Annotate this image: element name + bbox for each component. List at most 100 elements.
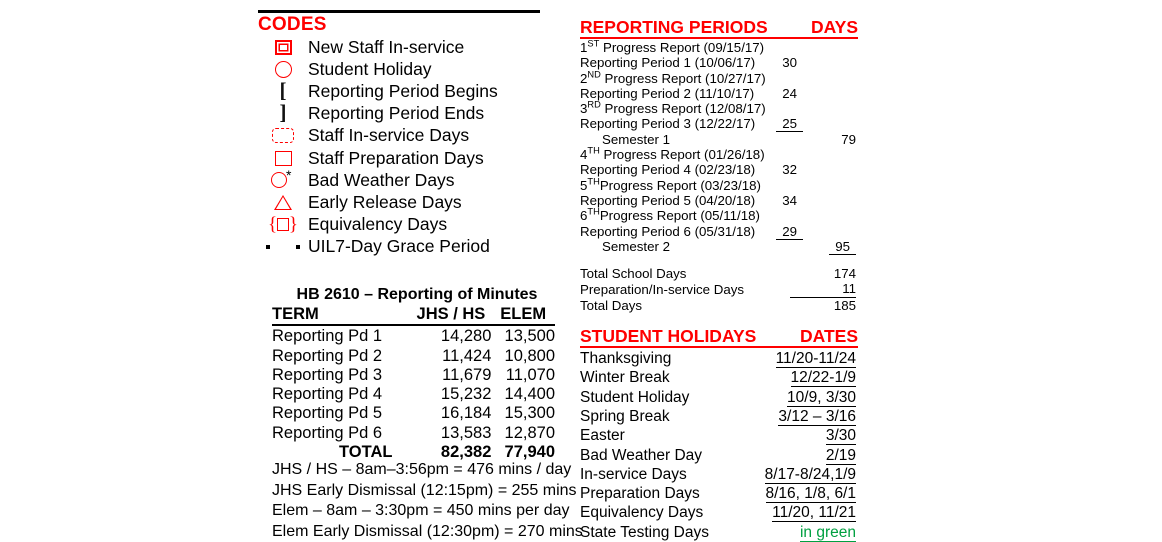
semester-total: 79 <box>813 132 856 147</box>
totals-value: 185 <box>790 297 856 313</box>
legend-row: Staff In-service Days <box>258 125 558 147</box>
triangle-icon <box>258 191 308 213</box>
semester-total: 95 <box>813 239 856 254</box>
period-days: 24 <box>767 86 813 101</box>
period-name: Reporting Period 5 (04/20/18) <box>580 193 767 208</box>
student-holidays-header: STUDENT HOLIDAYS DATES <box>580 327 858 348</box>
period-days: 25 <box>767 116 813 131</box>
period-days: 29 <box>767 224 813 239</box>
period-days <box>767 71 813 86</box>
circle-icon <box>258 58 308 80</box>
cell-term: Reporting Pd 5 <box>272 404 410 423</box>
top-divider <box>258 10 540 13</box>
period-name: Reporting Period 3 (12/22/17) <box>580 116 767 131</box>
totals-block: Total School Days174Preparation/In-servi… <box>580 266 858 313</box>
holiday-dates: 10/9, 3/30 <box>738 388 856 407</box>
totals-row: Total Days185 <box>580 297 856 313</box>
semester-total <box>813 193 856 208</box>
legend-row: [Reporting Period Begins <box>258 80 558 102</box>
period-days: 34 <box>767 193 813 208</box>
period-days <box>767 40 813 55</box>
right-bracket-icon: ] <box>258 103 308 125</box>
legend-label: Reporting Period Begins <box>308 82 498 101</box>
period-name: Reporting Period 1 (10/06/17) <box>580 55 767 70</box>
totals-table: Total School Days174Preparation/In-servi… <box>580 266 856 313</box>
period-days <box>767 208 813 223</box>
cell-elem: 11,070 <box>491 366 555 385</box>
reporting-periods-title: REPORTING PERIODS <box>580 18 768 37</box>
period-days <box>767 147 813 162</box>
cell-term: Reporting Pd 3 <box>272 366 410 385</box>
totals-label: Preparation/In-service Days <box>580 281 790 297</box>
semester-total <box>813 162 856 177</box>
semester-total <box>813 224 856 239</box>
reporting-periods-table: 1ST Progress Report (09/15/17)Reporting … <box>580 40 856 254</box>
holiday-row: Student Holiday10/9, 3/30 <box>580 388 856 407</box>
legend-row: New Staff In-service <box>258 36 558 58</box>
semester-total <box>813 101 856 116</box>
period-name: Semester 1 <box>580 132 767 147</box>
legend-label: UIL7-Day Grace Period <box>308 237 490 256</box>
period-days: 30 <box>767 55 813 70</box>
holiday-row: Preparation Days8/16, 1/8, 6/1 <box>580 484 856 503</box>
legend-label: Student Holiday <box>308 60 432 79</box>
hb2610-title: HB 2610 – Reporting of Minutes <box>272 285 562 304</box>
dashed-braces-icon <box>258 125 308 147</box>
reporting-period-row: 3RD Progress Report (12/08/17) <box>580 101 856 116</box>
codes-title: CODES <box>258 15 558 35</box>
holiday-dates: 2/19 <box>738 446 856 465</box>
holiday-row: Bad Weather Day2/19 <box>580 446 856 465</box>
legend-label: Staff In-service Days <box>308 126 469 145</box>
holiday-dates: 11/20, 11/21 <box>738 503 856 522</box>
reporting-period-row: 6THProgress Report (05/11/18) <box>580 208 856 223</box>
holiday-label: Equivalency Days <box>580 503 738 522</box>
cell-term: Reporting Pd 1 <box>272 325 410 346</box>
square-icon <box>258 147 308 169</box>
reporting-period-row: Reporting Period 5 (04/20/18)34 <box>580 193 856 208</box>
legend-row: ]Reporting Period Ends <box>258 103 558 125</box>
holiday-label: In-service Days <box>580 465 738 484</box>
legend-label: Reporting Period Ends <box>308 104 484 123</box>
legend-label: New Staff In-service <box>308 38 464 57</box>
holiday-row: In-service Days8/17-8/24,1/9 <box>580 465 856 484</box>
circle-asterisk-icon: * <box>258 169 308 191</box>
cell-jhs: 11,424 <box>410 347 491 366</box>
cell-jhs: 15,232 <box>410 385 491 404</box>
student-holidays-block: STUDENT HOLIDAYS DATES Thanksgiving 11/20… <box>580 327 858 542</box>
semester-total <box>813 40 856 55</box>
reporting-column: REPORTING PERIODS DAYS 1ST Progress Repo… <box>580 18 858 542</box>
codes-legend-list: New Staff In-service Student Holiday[Repo… <box>258 36 558 258</box>
reporting-period-row: Semester 1 79 <box>580 132 856 147</box>
cell-term: Reporting Pd 4 <box>272 385 410 404</box>
table-row: Reporting Pd 613,58312,870 <box>272 424 555 443</box>
reporting-period-row: 5THProgress Report (03/23/18) <box>580 178 856 193</box>
header-term: TERM <box>272 305 410 325</box>
table-header-row: TERM JHS / HS ELEM <box>272 305 555 325</box>
table-row: Reporting Pd 516,18415,300 <box>272 404 555 423</box>
reporting-period-row: Semester 295 <box>580 239 856 254</box>
left-bracket-icon: [ <box>258 80 308 102</box>
reporting-period-row: 2ND Progress Report (10/27/17) <box>580 71 856 86</box>
period-days <box>767 239 813 254</box>
cell-elem: 10,800 <box>491 347 555 366</box>
totals-value: 11 <box>790 281 856 297</box>
table-row: Reporting Pd 114,28013,500 <box>272 325 555 346</box>
reporting-period-row: Reporting Period 1 (10/06/17)30 <box>580 55 856 70</box>
holiday-row: Winter Break12/22-1/9 <box>580 368 856 387</box>
reporting-periods-header: REPORTING PERIODS DAYS <box>580 18 858 39</box>
holiday-dates: 12/22-1/9 <box>738 368 856 387</box>
period-name: 6THProgress Report (05/11/18) <box>580 208 767 223</box>
two-dots-icon <box>258 236 308 258</box>
holiday-label: Thanksgiving <box>580 349 738 368</box>
schedule-notes: JHS / HS – 8am–3:56pm = 476 mins / dayJH… <box>272 460 583 542</box>
semester-total <box>813 208 856 223</box>
reporting-period-row: Reporting Period 6 (05/31/18)29 <box>580 224 856 239</box>
holiday-row: Spring Break3/12 – 3/16 <box>580 407 856 426</box>
dates-label: DATES <box>800 327 858 346</box>
reporting-period-row: Reporting Period 4 (02/23/18)32 <box>580 162 856 177</box>
header-elem: ELEM <box>491 305 555 325</box>
holiday-label: Preparation Days <box>580 484 738 503</box>
student-holidays-title: STUDENT HOLIDAYS <box>580 327 756 346</box>
period-days <box>767 101 813 116</box>
totals-row: Preparation/In-service Days11 <box>580 281 856 297</box>
